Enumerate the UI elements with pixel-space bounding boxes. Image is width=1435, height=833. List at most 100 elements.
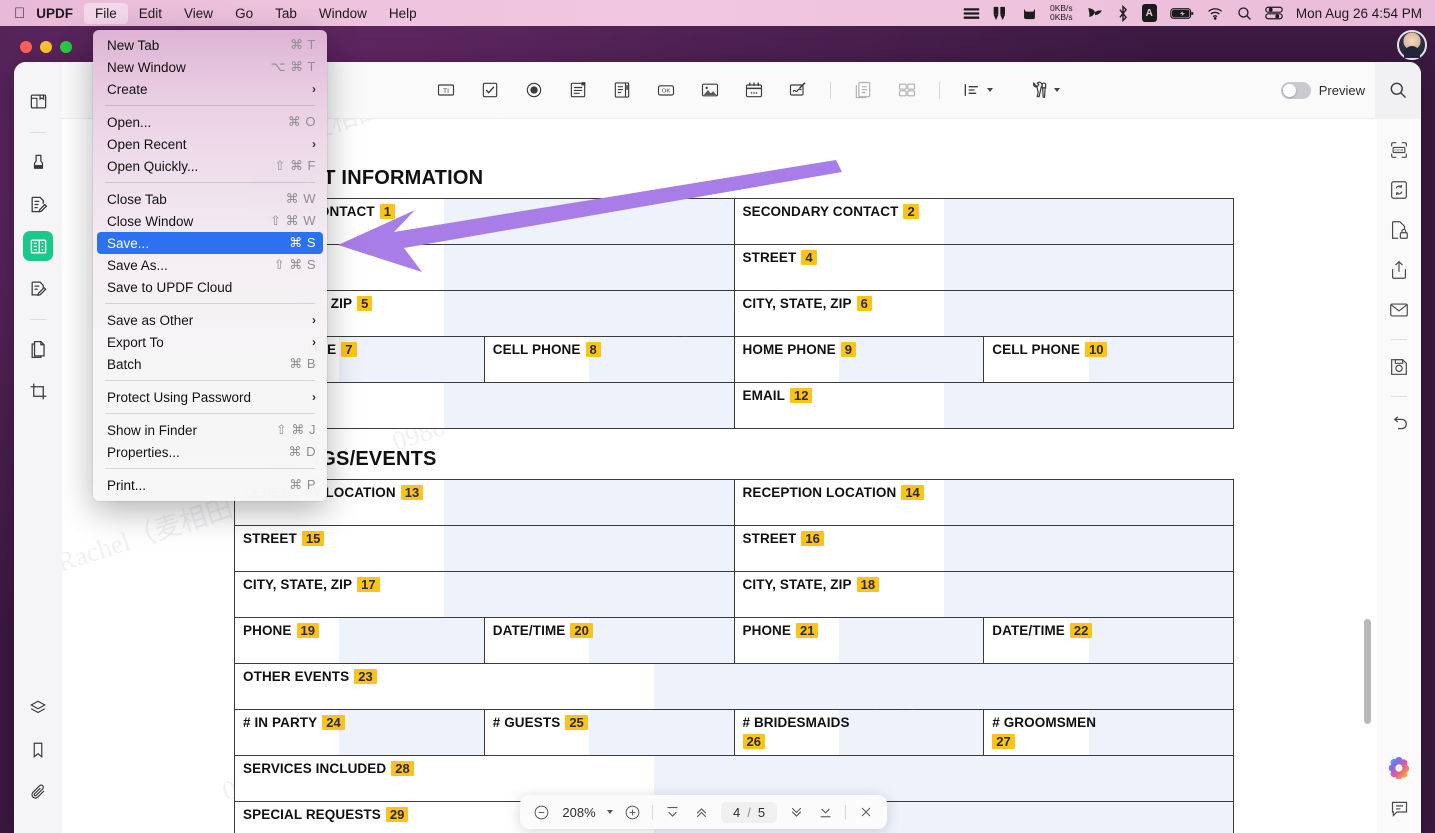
form-field-cell[interactable]: SECONDARY CONTACT2 <box>734 199 1234 245</box>
form-field-cell[interactable]: CITY, STATE, ZIP6 <box>734 291 1234 337</box>
text-field-tool-icon[interactable]: TI <box>434 78 458 102</box>
align-fields-icon[interactable] <box>960 78 984 102</box>
previous-page-icon[interactable] <box>692 803 711 822</box>
maximize-window-button[interactable] <box>60 41 72 53</box>
battery-charging-icon[interactable] <box>1170 4 1194 22</box>
menu-item-print[interactable]: Print... ⌘ P <box>93 474 327 496</box>
layers-icon[interactable] <box>23 693 53 723</box>
menu-item-save-to-updf-cloud[interactable]: Save to UPDF Cloud <box>93 276 327 298</box>
form-field-cell[interactable]: # GUESTS25 <box>484 710 734 756</box>
sidebar-item-annotate[interactable] <box>23 147 53 177</box>
list-box-tool-icon[interactable] <box>610 78 634 102</box>
menu-item-create[interactable]: Create › <box>93 78 327 100</box>
scissors-icon[interactable] <box>993 4 1009 22</box>
form-settings-tool[interactable] <box>1027 78 1060 102</box>
bookmark-icon[interactable] <box>23 735 53 765</box>
align-fields-tool[interactable] <box>960 78 993 102</box>
apple-logo-icon[interactable]:  <box>14 6 25 21</box>
email-icon[interactable] <box>1386 297 1412 323</box>
first-page-icon[interactable] <box>663 803 682 822</box>
sidebar-item-edit-pdf[interactable] <box>23 189 53 219</box>
menu-item-edit[interactable]: Edit <box>128 3 173 24</box>
form-field-cell[interactable]: RECEPTION LOCATION14 <box>734 480 1234 526</box>
form-field-cell[interactable]: STREET15 <box>235 526 735 572</box>
comment-icon[interactable] <box>1386 795 1412 821</box>
menu-item-protect-using-password[interactable]: Protect Using Password › <box>93 386 327 408</box>
next-page-icon[interactable] <box>787 803 806 822</box>
keyboard-icon[interactable] <box>963 4 980 22</box>
cat-icon[interactable] <box>1022 4 1037 22</box>
close-icon[interactable] <box>856 803 875 822</box>
form-field-cell[interactable]: STREET16 <box>734 526 1234 572</box>
menu-item-window[interactable]: Window <box>308 3 378 24</box>
sidebar-item-organize-pages[interactable] <box>23 334 53 364</box>
bluetooth-icon[interactable] <box>1117 4 1129 22</box>
form-field-cell[interactable]: PHONE19 <box>235 618 485 664</box>
minimize-window-button[interactable] <box>40 41 52 53</box>
menu-item-close-tab[interactable]: Close Tab ⌘ W <box>93 188 327 210</box>
zoom-in-icon[interactable] <box>623 803 642 822</box>
menu-item-go[interactable]: Go <box>224 3 264 24</box>
close-window-button[interactable] <box>20 41 32 53</box>
form-field-cell[interactable]: CELL PHONE8 <box>484 337 734 383</box>
menu-item-open-recent[interactable]: Open Recent › <box>93 133 327 155</box>
form-field-cell[interactable]: # GROOMSMEN27 <box>984 710 1234 756</box>
menu-item-file[interactable]: File <box>84 3 128 24</box>
image-field-tool-icon[interactable] <box>698 78 722 102</box>
spotlight-search-icon[interactable] <box>1237 4 1252 22</box>
menu-item-export-to[interactable]: Export To › <box>93 331 327 353</box>
save-icon[interactable] <box>1386 354 1412 380</box>
menu-item-save[interactable]: Save... ⌘ S <box>97 232 323 254</box>
ocr-icon[interactable]: OCR <box>1386 137 1412 163</box>
menu-item-close-window[interactable]: Close Window ⇧ ⌘ W <box>93 210 327 232</box>
share-icon[interactable] <box>1386 257 1412 283</box>
form-field-cell[interactable]: DATE/TIME22 <box>984 618 1234 664</box>
form-field-cell[interactable]: CELL PHONE10 <box>984 337 1234 383</box>
input-source-icon[interactable]: A <box>1142 4 1157 22</box>
form-field-cell[interactable]: CITY, STATE, ZIP17 <box>235 572 735 618</box>
align-chevron-down-icon[interactable] <box>987 88 993 92</box>
user-avatar[interactable] <box>1397 30 1427 60</box>
search-icon[interactable] <box>1375 62 1421 119</box>
downloads-icon[interactable] <box>1086 4 1104 22</box>
push-button-tool-icon[interactable]: OK <box>654 78 678 102</box>
menu-bar-clock[interactable]: Mon Aug 26 4:54 PM <box>1296 6 1422 21</box>
menu-item-tab[interactable]: Tab <box>264 3 308 24</box>
radio-button-tool-icon[interactable] <box>522 78 546 102</box>
form-field-cell[interactable]: DATE/TIME20 <box>484 618 734 664</box>
preview-toggle[interactable] <box>1281 82 1311 99</box>
page-number-input[interactable]: 4 / 5 <box>721 802 777 823</box>
wrench-screwdriver-icon[interactable] <box>1027 78 1051 102</box>
convert-pdf-icon[interactable] <box>1386 177 1412 203</box>
document-scrollbar-thumb[interactable] <box>1364 619 1371 724</box>
zoom-level-value[interactable]: 208% <box>561 805 597 820</box>
menu-item-save-as[interactable]: Save As... ⇧ ⌘ S <box>93 254 327 276</box>
form-field-cell[interactable]: CITY, STATE, ZIP18 <box>734 572 1234 618</box>
protect-pdf-icon[interactable] <box>1386 217 1412 243</box>
menu-item-updf[interactable]: UPDF <box>25 3 84 24</box>
settings-chevron-down-icon[interactable] <box>1054 88 1060 92</box>
sidebar-item-reader[interactable] <box>23 86 53 116</box>
form-field-cell[interactable]: HOME PHONE9 <box>734 337 984 383</box>
menu-item-open-quickly[interactable]: Open Quickly... ⇧ ⌘ F <box>93 155 327 177</box>
last-page-icon[interactable] <box>816 803 835 822</box>
form-field-cell[interactable]: PHONE21 <box>734 618 984 664</box>
ai-assistant-icon[interactable] <box>1387 755 1411 779</box>
date-field-tool-icon[interactable] <box>742 78 766 102</box>
sidebar-item-crop-page[interactable] <box>23 376 53 406</box>
copy-field-tool-icon[interactable] <box>851 78 875 102</box>
form-field-cell[interactable]: # BRIDESMAIDS26 <box>734 710 984 756</box>
signature-field-tool-icon[interactable] <box>786 78 810 102</box>
form-field-cell[interactable]: EMAIL12 <box>734 383 1234 429</box>
wifi-icon[interactable] <box>1207 4 1224 22</box>
menu-item-show-in-finder[interactable]: Show in Finder ⇧ ⌘ J <box>93 419 327 441</box>
menu-item-open[interactable]: Open... ⌘ O <box>93 111 327 133</box>
menu-item-help[interactable]: Help <box>378 3 428 24</box>
zoom-out-icon[interactable] <box>532 803 551 822</box>
zoom-chevron-down-icon[interactable] <box>607 810 613 814</box>
menu-item-new-window[interactable]: New Window ⌥ ⌘ T <box>93 56 327 78</box>
menu-item-properties[interactable]: Properties... ⌘ D <box>93 441 327 463</box>
form-field-cell[interactable]: OTHER EVENTS23 <box>235 664 1234 710</box>
undo-icon[interactable] <box>1386 411 1412 437</box>
sidebar-item-prepare-form[interactable] <box>23 231 53 261</box>
